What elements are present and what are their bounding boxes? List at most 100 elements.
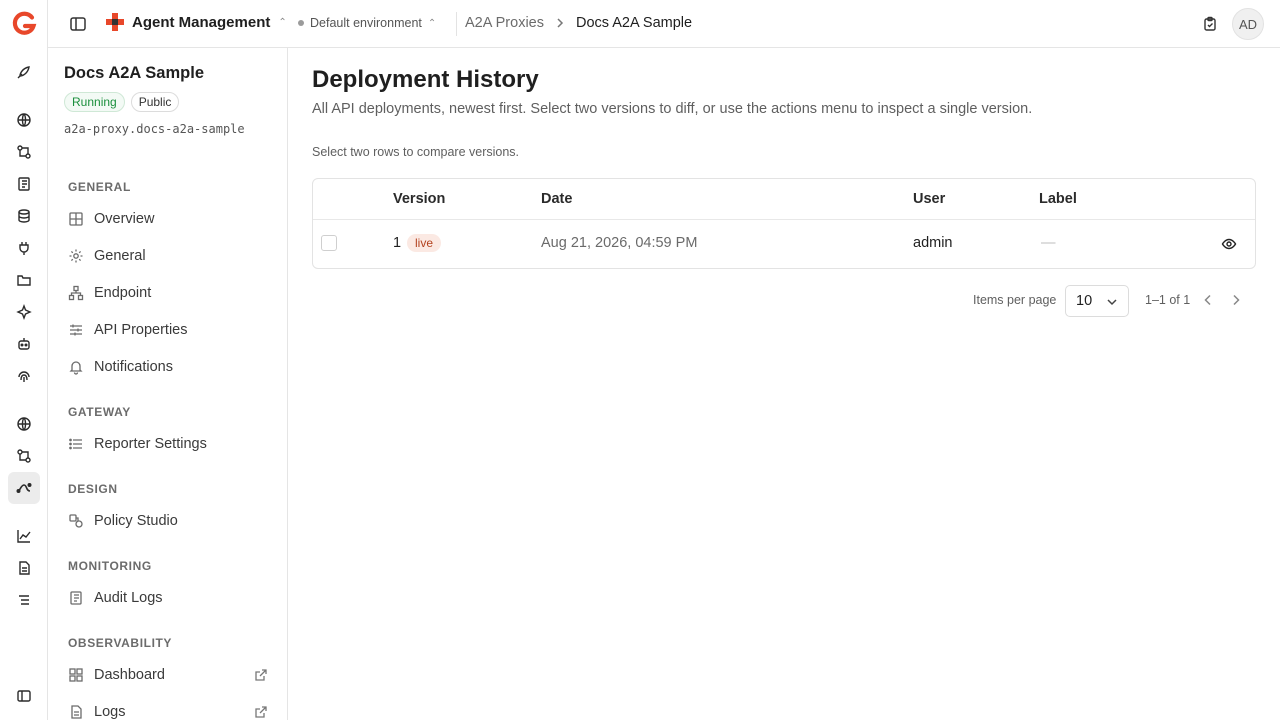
sidebar-item-logs[interactable]: Logs — [68, 697, 268, 720]
app-name: Agent Management — [132, 13, 271, 31]
external-link-icon — [254, 705, 268, 719]
page-title: Deployment History — [312, 66, 539, 93]
avatar[interactable]: AD — [1232, 8, 1264, 40]
globe-icon[interactable] — [8, 408, 40, 440]
topbar-actions: AD — [1202, 8, 1264, 40]
sidebar-item-general[interactable]: General — [68, 241, 268, 271]
breadcrumb-a2a-proxies[interactable]: A2A Proxies — [465, 15, 544, 31]
bot-icon[interactable] — [8, 328, 40, 360]
table-row[interactable]: 1 live Aug 21, 2026, 04:59 PM admin — — [313, 220, 1255, 268]
breadcrumb: A2A Proxies Docs A2A Sample — [465, 15, 692, 31]
top-bar: Agent Management ⌃ Default environment ⌃… — [48, 0, 1280, 48]
status-badge: Running — [64, 92, 125, 112]
route-icon[interactable] — [8, 440, 40, 472]
table-header: Version Date User Label — [313, 179, 1255, 220]
items-per-page-label: Items per page — [973, 293, 1057, 307]
database-icon[interactable] — [8, 200, 40, 232]
nav-section-general: GENERAL — [68, 180, 131, 194]
app-switcher[interactable]: Agent Management ⌃ — [106, 13, 287, 31]
sidebar-toggle-icon[interactable] — [68, 14, 88, 34]
sidebar-item-label: Overview — [94, 211, 155, 227]
live-badge: live — [407, 234, 442, 252]
sidebar-item-label: General — [94, 248, 146, 264]
folder-icon[interactable] — [8, 264, 40, 296]
agent-proxy-icon[interactable] — [8, 472, 40, 504]
chart-line-icon[interactable] — [8, 520, 40, 552]
label-cell: — — [1041, 235, 1056, 251]
sidebar-item-policy-studio[interactable]: Policy Studio — [68, 506, 268, 536]
clipboard-check-icon[interactable] — [1202, 16, 1218, 32]
api-badges: Running Public — [64, 92, 180, 112]
items-per-page-value: 10 — [1076, 293, 1093, 309]
compare-hint: Select two rows to compare versions. — [312, 145, 520, 159]
chevron-up-down-icon: ⌃ — [427, 17, 437, 29]
eye-icon[interactable] — [1221, 236, 1237, 252]
network-icon — [68, 285, 84, 301]
sidebar-item-reporter-settings[interactable]: Reporter Settings — [68, 429, 268, 459]
icon-rail — [0, 0, 48, 720]
main-content: Deployment History All API deployments, … — [288, 48, 1280, 720]
row-select-checkbox[interactable] — [321, 235, 337, 251]
sidebar-item-api-properties[interactable]: API Properties — [68, 315, 268, 345]
gear-icon — [68, 248, 84, 264]
sidebar-item-label: Endpoint — [94, 285, 152, 301]
file-text-icon — [68, 704, 84, 720]
sidebar-item-label: Dashboard — [94, 667, 165, 683]
api-sidebar: Docs A2A Sample Running Public a2a-proxy… — [48, 48, 288, 720]
fingerprint-icon[interactable] — [8, 360, 40, 392]
sidebar-item-overview[interactable]: Overview — [68, 204, 268, 234]
api-path: a2a-proxy.docs-a2a-sample — [64, 122, 245, 136]
sidebar-item-label: Logs — [94, 704, 126, 720]
list-icon[interactable] — [8, 584, 40, 616]
sidebar-item-label: Policy Studio — [94, 513, 178, 529]
column-header-version[interactable]: Version — [393, 191, 445, 207]
environment-status-dot — [298, 20, 304, 26]
scroll-icon — [68, 590, 84, 606]
sliders-icon — [68, 322, 84, 338]
items-per-page-select[interactable]: 10 — [1065, 285, 1129, 317]
column-header-date[interactable]: Date — [541, 191, 572, 207]
chevron-left-icon[interactable] — [1201, 293, 1215, 307]
sidebar-item-endpoint[interactable]: Endpoint — [68, 278, 268, 308]
list-icon — [68, 436, 84, 452]
chevron-right-icon — [554, 17, 566, 29]
file-text-icon[interactable] — [8, 552, 40, 584]
sidebar-item-label: Reporter Settings — [94, 436, 207, 452]
column-header-label[interactable]: Label — [1039, 191, 1077, 207]
deployments-table: Version Date User Label 1 live Aug 21, 2… — [312, 178, 1256, 269]
nav-section-design: DESIGN — [68, 482, 118, 496]
date-cell: Aug 21, 2026, 04:59 PM — [541, 235, 698, 251]
nav-section-gateway: GATEWAY — [68, 405, 131, 419]
plug-icon[interactable] — [8, 232, 40, 264]
panel-toggle-icon[interactable] — [8, 680, 40, 712]
api-name: Docs A2A Sample — [64, 64, 204, 82]
sidebar-item-label: API Properties — [94, 322, 188, 338]
gravitee-logo-icon[interactable] — [11, 11, 37, 37]
user-cell: admin — [913, 235, 953, 251]
topbar-divider — [456, 12, 457, 36]
column-header-user[interactable]: User — [913, 191, 945, 207]
bell-icon — [68, 359, 84, 375]
globe-icon[interactable] — [8, 104, 40, 136]
page-subtitle: All API deployments, newest first. Selec… — [312, 101, 1033, 117]
sidebar-item-label: Audit Logs — [94, 590, 163, 606]
sidebar-item-audit-logs[interactable]: Audit Logs — [68, 583, 268, 613]
version-cell: 1 — [393, 235, 402, 251]
visibility-badge: Public — [130, 92, 180, 112]
rocket-icon[interactable] — [8, 56, 40, 88]
environment-switcher[interactable]: Default environment ⌃ — [298, 16, 436, 30]
sidebar-item-dashboard[interactable]: Dashboard — [68, 660, 268, 690]
nav-section-monitoring: MONITORING — [68, 559, 152, 573]
route-icon[interactable] — [8, 136, 40, 168]
app-logo-icon — [106, 13, 124, 31]
scroll-icon[interactable] — [8, 168, 40, 200]
chevron-up-down-icon: ⌃ — [278, 16, 287, 28]
sidebar-item-label: Notifications — [94, 359, 173, 375]
chevron-right-icon[interactable] — [1229, 293, 1243, 307]
nav-section-observability: OBSERVABILITY — [68, 636, 173, 650]
sidebar-item-notifications[interactable]: Notifications — [68, 352, 268, 382]
breadcrumb-current: Docs A2A Sample — [576, 15, 693, 31]
chevron-down-icon — [1106, 296, 1118, 308]
grid-icon — [68, 211, 84, 227]
sparkles-icon[interactable] — [8, 296, 40, 328]
